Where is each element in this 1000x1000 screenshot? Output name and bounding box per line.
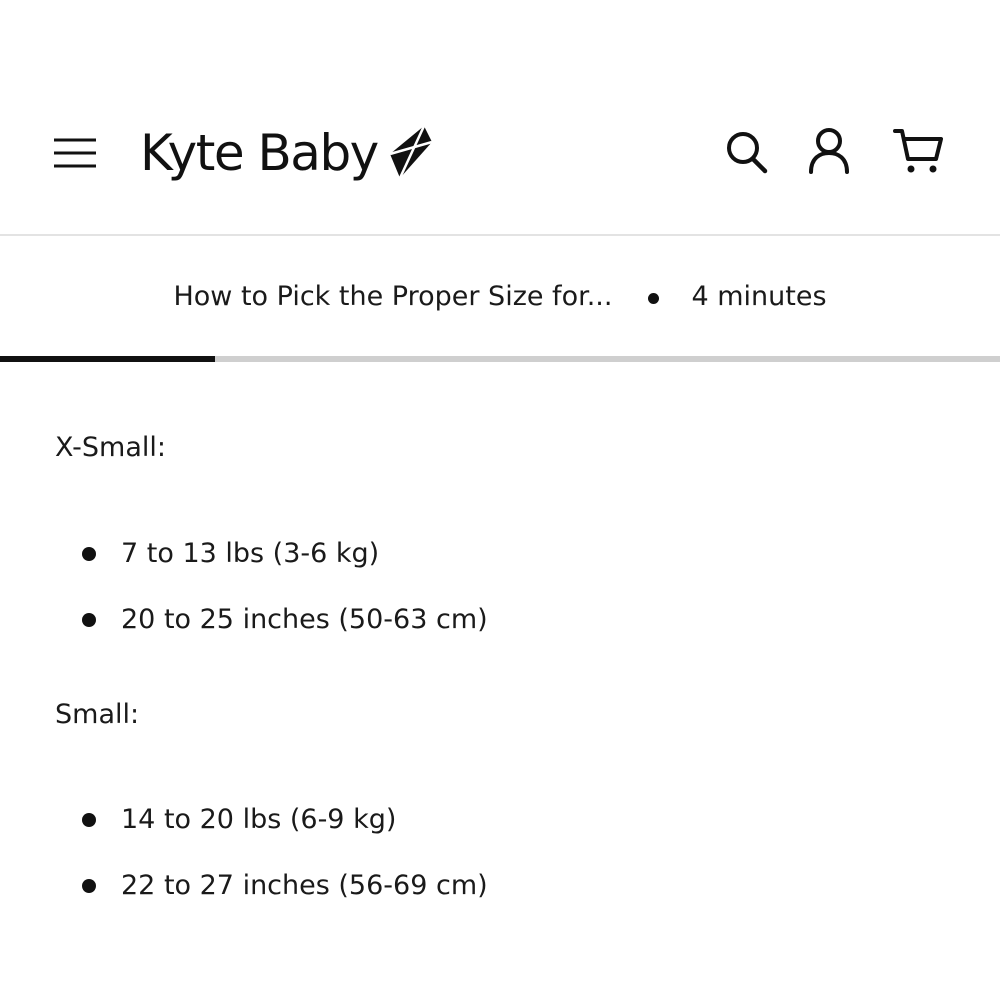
list-item-text: 20 to 25 inches (50-63 cm) <box>121 604 488 635</box>
bullet-dot <box>82 546 96 561</box>
cart-icon[interactable] <box>893 126 945 176</box>
brand-logo[interactable]: Kyte Baby <box>140 118 434 188</box>
bullet-dot <box>82 878 96 893</box>
article-reading-bar: How to Pick the Proper Size for... 4 min… <box>0 236 1000 356</box>
list-item: 22 to 27 inches (56-69 cm) <box>82 870 488 901</box>
read-time: 4 minutes <box>691 280 827 312</box>
logo-text: Kyte Baby <box>140 124 379 182</box>
list-item: 20 to 25 inches (50-63 cm) <box>82 604 488 635</box>
article-title: How to Pick the Proper Size for... <box>173 280 613 312</box>
list-item-text: 14 to 20 lbs (6-9 kg) <box>121 804 397 835</box>
bullet-dot <box>82 812 96 827</box>
list-item-text: 22 to 27 inches (56-69 cm) <box>121 870 488 901</box>
reading-progress-bar <box>0 356 1000 362</box>
bullet-dot <box>82 612 96 627</box>
kite-icon <box>389 125 433 179</box>
user-icon[interactable] <box>806 126 852 176</box>
site-header: Kyte Baby <box>0 0 1000 236</box>
size-heading-xsmall: X-Small: <box>55 432 166 463</box>
hamburger-menu-icon[interactable] <box>52 134 98 172</box>
search-icon[interactable] <box>724 128 770 176</box>
reading-progress-fill <box>0 356 215 362</box>
list-item: 7 to 13 lbs (3-6 kg) <box>82 538 379 569</box>
list-item: 14 to 20 lbs (6-9 kg) <box>82 804 396 835</box>
list-item-text: 7 to 13 lbs (3-6 kg) <box>121 538 380 569</box>
separator-dot <box>648 292 660 304</box>
size-heading-small: Small: <box>55 699 140 730</box>
